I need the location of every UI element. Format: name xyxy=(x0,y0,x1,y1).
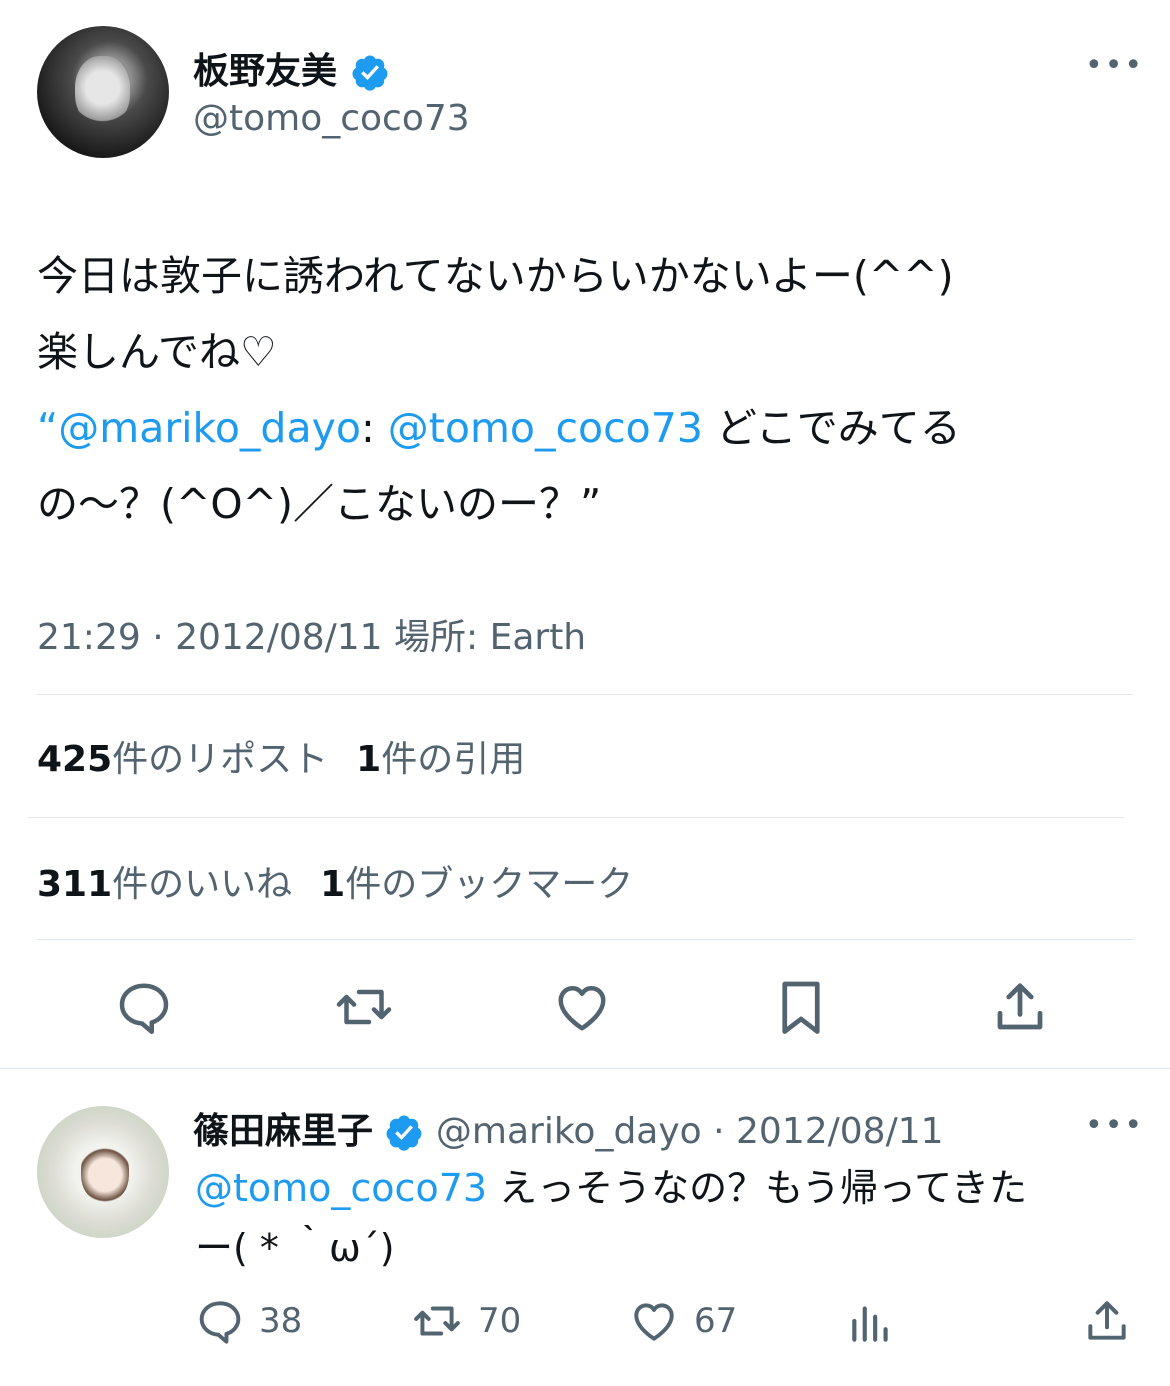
retweet-count: 70 xyxy=(478,1301,522,1341)
tweet-text-line: の〜？(^O^)／こないのー？” xyxy=(37,480,602,528)
bookmark-icon[interactable] xyxy=(771,977,831,1037)
reply-like-button[interactable]: 67 xyxy=(628,1296,737,1346)
reply-author-handle[interactable]: @mariko_dayo xyxy=(436,1111,702,1152)
retweet-icon xyxy=(414,1306,460,1336)
reply-author-avatar[interactable] xyxy=(37,1106,169,1238)
divider xyxy=(37,939,1133,940)
like-count: 67 xyxy=(694,1301,738,1341)
reply-header: 篠田麻里子 @mariko_dayo · 2012/08/11 xyxy=(193,1102,944,1154)
reply-retweet-button[interactable]: 70 xyxy=(410,1296,521,1346)
reposts-label[interactable]: 件のリポスト xyxy=(112,739,328,780)
quote-tail: どこでみてる xyxy=(702,404,961,452)
share-icon[interactable] xyxy=(1082,1296,1132,1346)
quote-open-mark: “ xyxy=(37,404,59,452)
reposts-count[interactable]: 425 xyxy=(37,739,112,780)
verified-badge-icon xyxy=(352,55,388,91)
more-icon[interactable]: ••• xyxy=(1085,1108,1144,1143)
reply-reply-button[interactable]: 38 xyxy=(195,1296,302,1346)
divider xyxy=(37,694,1133,695)
mention-link[interactable]: @tomo_coco73 xyxy=(195,1166,487,1210)
reply-author-name[interactable]: 篠田麻里子 xyxy=(193,1111,373,1152)
mention-link[interactable]: @tomo_coco73 xyxy=(388,404,703,452)
divider xyxy=(28,817,1124,818)
heart-icon[interactable] xyxy=(551,977,613,1037)
repost-stats[interactable]: 425件のリポスト 1件の引用 xyxy=(37,730,525,782)
reply-count: 38 xyxy=(259,1301,303,1341)
bookmarks-count[interactable]: 1 xyxy=(320,864,345,905)
reply-text-line: ー( * ｀ω´) xyxy=(195,1226,395,1270)
author-handle[interactable]: @tomo_coco73 xyxy=(193,98,470,139)
more-icon[interactable]: ••• xyxy=(1085,48,1144,83)
reply-icon xyxy=(199,1301,241,1344)
tweet-text-line: 楽しんでね♡ xyxy=(37,328,277,376)
reply-date[interactable]: · 2012/08/11 xyxy=(713,1111,943,1152)
author-name[interactable]: 板野友美 xyxy=(193,51,337,92)
divider xyxy=(0,1068,1170,1069)
retweet-icon[interactable] xyxy=(332,977,396,1037)
share-icon[interactable] xyxy=(990,977,1050,1037)
likes-label[interactable]: 件のいいね xyxy=(112,864,292,905)
author-avatar[interactable] xyxy=(37,26,169,158)
tweet-quote-line: “@mariko_dayo: @tomo_coco73 どこでみてる xyxy=(37,390,1137,466)
quotes-count[interactable]: 1 xyxy=(356,739,381,780)
reply-text: @tomo_coco73 えっそうなの？もう帰ってきた ー( * ｀ω´) xyxy=(195,1158,1135,1278)
views-icon[interactable] xyxy=(846,1298,896,1348)
quote-colon: : xyxy=(360,404,388,452)
quotes-label[interactable]: 件の引用 xyxy=(381,739,525,780)
verified-badge-icon xyxy=(386,1115,422,1151)
heart-icon xyxy=(634,1303,674,1341)
likes-count[interactable]: 311 xyxy=(37,864,112,905)
like-stats[interactable]: 311件のいいね 1件のブックマーク xyxy=(37,855,633,907)
tweet-text-line: 今日は敦子に誘われてないからいかないよー(^^) xyxy=(37,252,954,300)
author-name-row[interactable]: 板野友美 xyxy=(193,42,390,94)
tweet-text: 今日は敦子に誘われてないからいかないよー(^^) 楽しんでね♡ “@mariko… xyxy=(37,238,1137,542)
bookmarks-label[interactable]: 件のブックマーク xyxy=(345,864,633,905)
reply-text-line: @tomo_coco73 えっそうなの？もう帰ってきた xyxy=(195,1158,1135,1218)
mention-link[interactable]: @mariko_dayo xyxy=(58,404,361,452)
tweet-timestamp[interactable]: 21:29 · 2012/08/11 場所: Earth xyxy=(37,608,586,660)
reply-text-part: えっそうなの？もう帰ってきた xyxy=(487,1166,1027,1210)
reply-icon[interactable] xyxy=(114,977,174,1037)
